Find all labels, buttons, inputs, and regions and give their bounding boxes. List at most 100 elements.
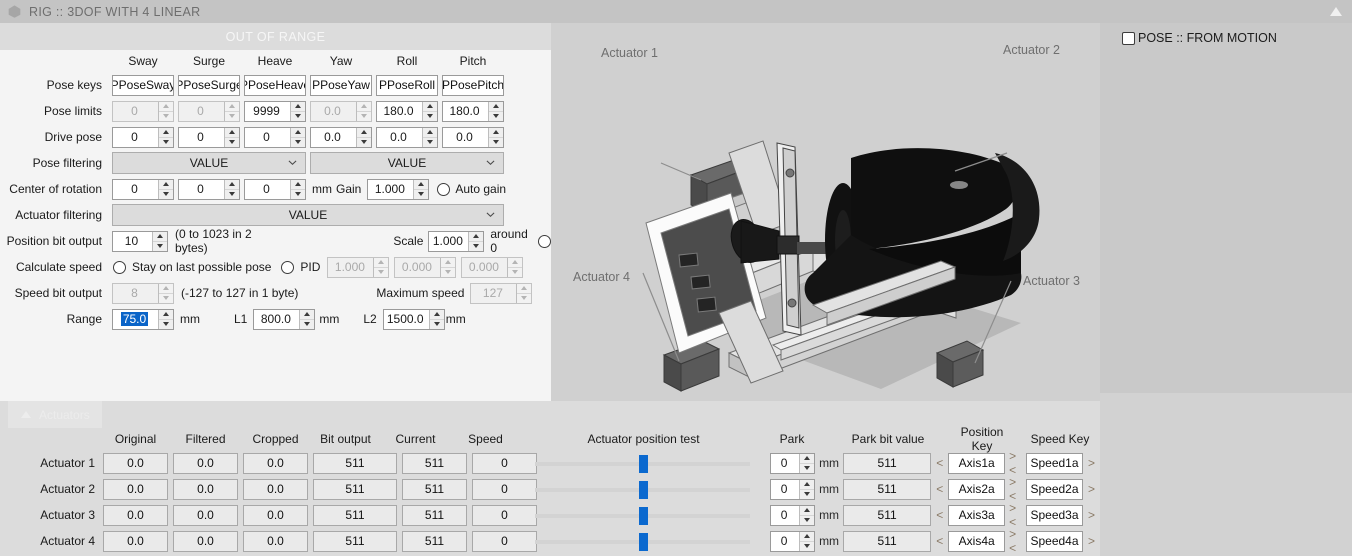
speed-bit-output-spinner[interactable]: 8 <box>112 283 174 304</box>
slider-thumb[interactable] <box>639 481 648 499</box>
spinner-buttons[interactable] <box>440 258 455 277</box>
spinner-buttons[interactable] <box>507 258 522 277</box>
actuator-1-position-key[interactable]: Axis1a <box>948 453 1005 474</box>
position-bit-output-spinner[interactable]: 10 <box>112 231 168 252</box>
pose-limit-sway-spinner[interactable]: 0 <box>112 101 174 122</box>
actuator-2-park-spinner[interactable]: 0 <box>770 479 815 500</box>
slider-thumb[interactable] <box>639 533 648 551</box>
scale-spinner[interactable]: 1.000 <box>428 231 484 252</box>
actuator-4-park-spinner[interactable]: 0 <box>770 531 815 552</box>
pose-key-sway-input[interactable]: PPoseSway <box>112 75 174 96</box>
pid-i-spinner[interactable]: 0.000 <box>394 257 456 278</box>
spinner-buttons[interactable] <box>468 232 483 251</box>
park-decrement-arrow[interactable]: < <box>936 508 943 522</box>
actuator-2-position-slider[interactable] <box>535 479 750 500</box>
l1-spinner[interactable]: 800.0 <box>253 309 315 330</box>
speed-increment-arrow[interactable]: > <box>1088 508 1095 522</box>
park-decrement-arrow[interactable]: < <box>936 456 943 470</box>
around-zero-checkbox[interactable] <box>538 235 551 248</box>
drive-pose-sway-spinner[interactable]: 0 <box>112 127 174 148</box>
spinner-buttons[interactable] <box>356 102 371 121</box>
actuator-3-position-slider[interactable] <box>535 505 750 526</box>
gain-spinner[interactable]: 1.000 <box>367 179 429 200</box>
spinner-buttons[interactable] <box>356 128 371 147</box>
pose-limit-yaw-spinner[interactable]: 0.0 <box>310 101 372 122</box>
actuator-4-position-slider[interactable] <box>535 531 750 552</box>
spinner-buttons[interactable] <box>158 128 173 147</box>
pose-key-yaw-input[interactable]: PPoseYaw <box>310 75 372 96</box>
spinner-buttons[interactable] <box>224 180 239 199</box>
slider-thumb[interactable] <box>639 507 648 525</box>
actuator-1-park-spinner[interactable]: 0 <box>770 453 815 474</box>
actuator-3-speed-key[interactable]: Speed3a <box>1026 505 1083 526</box>
range-value[interactable]: 75.0 <box>121 312 148 326</box>
actuator-2-position-key[interactable]: Axis2a <box>948 479 1005 500</box>
tab-actuators[interactable]: Actuators <box>8 401 102 428</box>
spinner-buttons[interactable] <box>152 232 167 251</box>
spinner-buttons[interactable] <box>290 102 305 121</box>
maximum-speed-spinner[interactable]: 127 <box>470 283 532 304</box>
drive-pose-surge-spinner[interactable]: 0 <box>178 127 240 148</box>
range-spinner[interactable]: 75.0 <box>112 309 174 330</box>
pose-key-pitch-input[interactable]: PPosePitch <box>442 75 504 96</box>
spinner-buttons[interactable] <box>290 180 305 199</box>
speed-increment-arrow[interactable]: > <box>1088 456 1095 470</box>
spinner-buttons[interactable] <box>429 310 444 329</box>
spinner-buttons[interactable] <box>799 506 814 525</box>
spinner-buttons[interactable] <box>799 480 814 499</box>
spinner-buttons[interactable] <box>373 258 388 277</box>
spinner-buttons[interactable] <box>799 532 814 551</box>
spinner-buttons[interactable] <box>488 128 503 147</box>
drive-pose-roll-spinner[interactable]: 0.0 <box>376 127 438 148</box>
l2-spinner[interactable]: 1500.0 <box>383 309 445 330</box>
spinner-buttons[interactable] <box>422 102 437 121</box>
actuator-3-park-spinner[interactable]: 0 <box>770 505 815 526</box>
stay-on-last-pose-checkbox[interactable] <box>113 261 126 274</box>
spinner-buttons[interactable] <box>158 102 173 121</box>
spinner-buttons[interactable] <box>224 128 239 147</box>
spinner-buttons[interactable] <box>290 128 305 147</box>
speed-increment-arrow[interactable]: > <box>1088 482 1095 496</box>
drive-pose-yaw-spinner[interactable]: 0.0 <box>310 127 372 148</box>
spinner-buttons[interactable] <box>299 310 314 329</box>
spinner-buttons[interactable] <box>516 284 531 303</box>
pose-limit-pitch-spinner[interactable]: 180.0 <box>442 101 504 122</box>
spinner-buttons[interactable] <box>799 454 814 473</box>
spinner-buttons[interactable] <box>158 310 173 329</box>
pose-limit-surge-spinner[interactable]: 0 <box>178 101 240 122</box>
rig-3d-viewport[interactable]: Actuator 1 Actuator 2 Actuator 3 Actuato… <box>551 23 1100 401</box>
actuator-3-position-key[interactable]: Axis3a <box>948 505 1005 526</box>
pid-d-spinner[interactable]: 0.000 <box>461 257 523 278</box>
spinner-buttons[interactable] <box>158 284 173 303</box>
actuator-1-position-slider[interactable] <box>535 453 750 474</box>
auto-gain-checkbox[interactable] <box>437 183 450 196</box>
pose-key-roll-input[interactable]: PPoseRoll <box>376 75 438 96</box>
key-swap-arrows[interactable]: >< <box>1009 527 1022 555</box>
park-decrement-arrow[interactable]: < <box>936 482 943 496</box>
slider-thumb[interactable] <box>639 455 648 473</box>
actuator-filtering-select[interactable]: VALUE <box>112 204 504 226</box>
pose-filtering-right-select[interactable]: VALUE <box>310 152 504 174</box>
cor-y-spinner[interactable]: 0 <box>178 179 240 200</box>
pose-filtering-left-select[interactable]: VALUE <box>112 152 306 174</box>
key-swap-arrows[interactable]: >< <box>1009 449 1022 477</box>
actuator-1-speed-key[interactable]: Speed1a <box>1026 453 1083 474</box>
pid-p-spinner[interactable]: 1.000 <box>327 257 389 278</box>
actuator-2-speed-key[interactable]: Speed2a <box>1026 479 1083 500</box>
pose-from-motion-row[interactable]: POSE :: FROM MOTION <box>1122 31 1277 45</box>
pose-limit-roll-spinner[interactable]: 180.0 <box>376 101 438 122</box>
key-swap-arrows[interactable]: >< <box>1009 475 1022 503</box>
cor-x-spinner[interactable]: 0 <box>112 179 174 200</box>
actuator-4-speed-key[interactable]: Speed4a <box>1026 531 1083 552</box>
spinner-buttons[interactable] <box>488 102 503 121</box>
spinner-buttons[interactable] <box>224 102 239 121</box>
pose-limit-heave-spinner[interactable]: 9999 <box>244 101 306 122</box>
actuator-4-position-key[interactable]: Axis4a <box>948 531 1005 552</box>
speed-increment-arrow[interactable]: > <box>1088 534 1095 548</box>
spinner-buttons[interactable] <box>422 128 437 147</box>
park-decrement-arrow[interactable]: < <box>936 534 943 548</box>
key-swap-arrows[interactable]: >< <box>1009 501 1022 529</box>
pose-from-motion-checkbox[interactable] <box>1122 32 1135 45</box>
pose-key-surge-input[interactable]: PPoseSurge <box>178 75 240 96</box>
spinner-buttons[interactable] <box>158 180 173 199</box>
